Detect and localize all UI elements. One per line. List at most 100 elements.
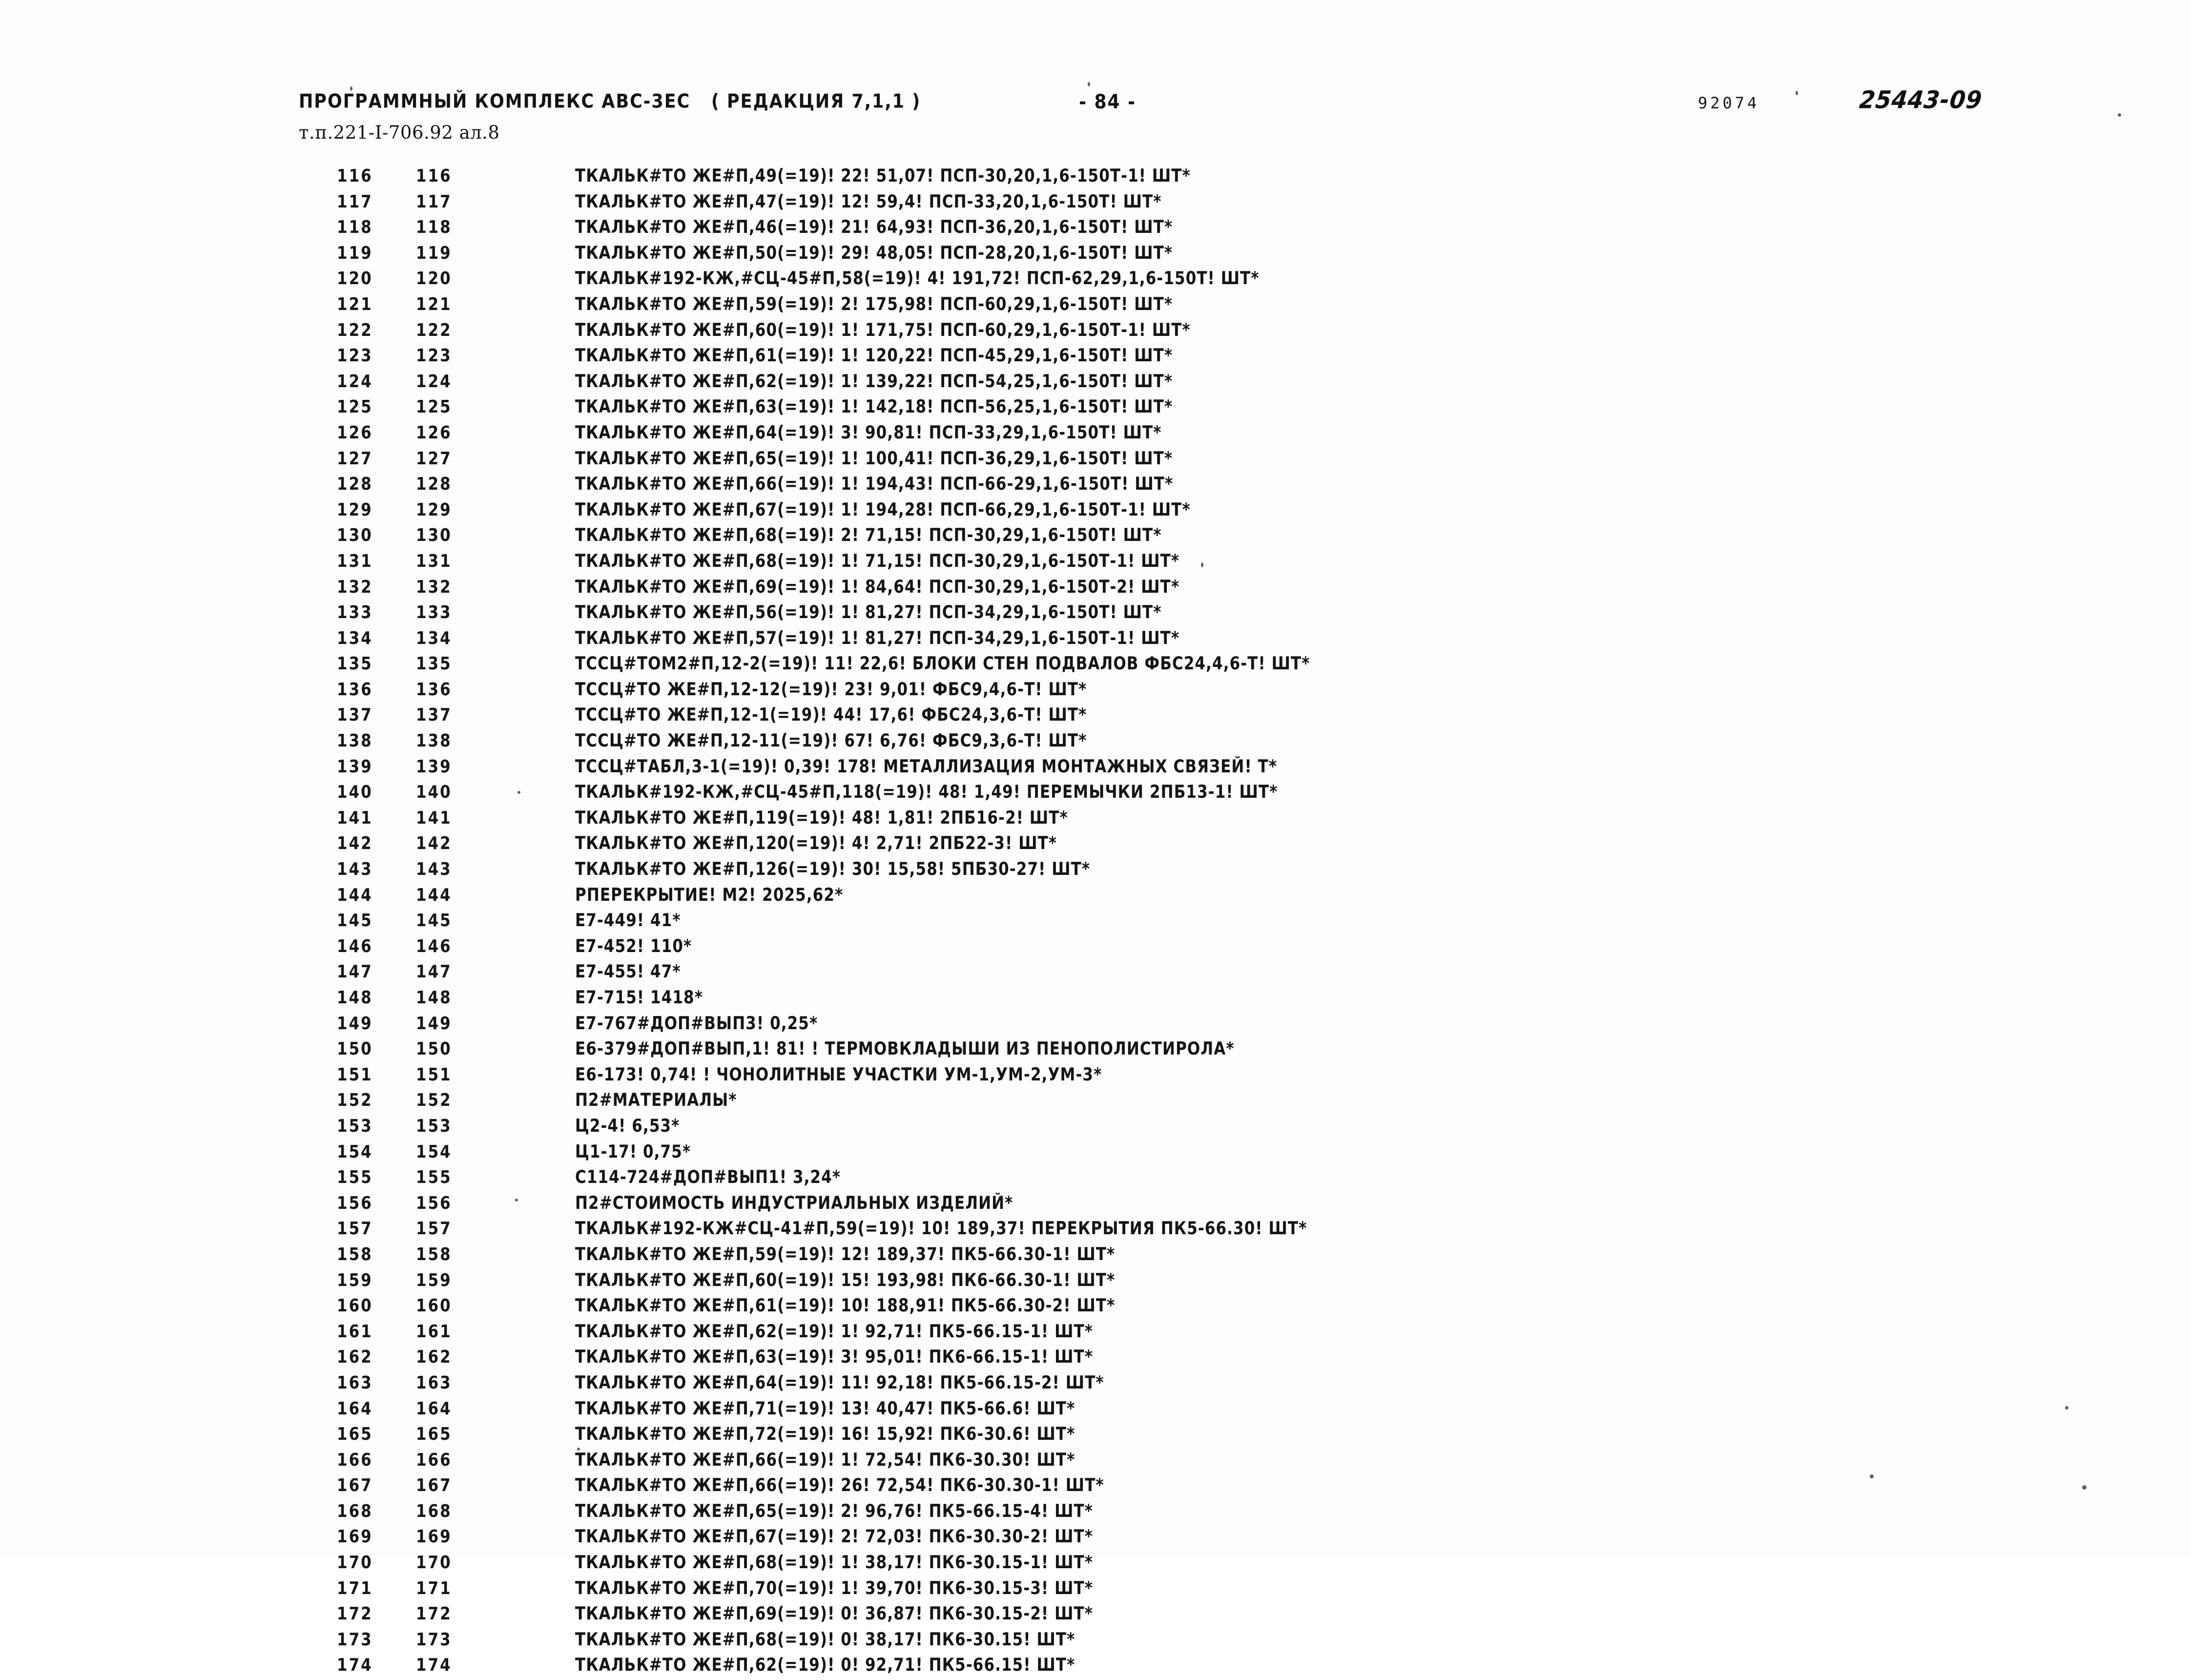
row-content: П2#МАТЕРИАЛЫ* — [575, 1090, 737, 1111]
row-index-secondary: 122 — [416, 320, 452, 340]
listing-row: 153 153 Ц2-4! 6,53* — [0, 1115, 2191, 1141]
listing-row: 165 165 ТКАЛЬК#ТО ЖЕ#П,72(=19)! 16! 15,92!… — [0, 1423, 2191, 1449]
row-index-primary: 128 — [337, 474, 373, 495]
row-index-secondary: 172 — [416, 1604, 452, 1624]
row-index-primary: 167 — [337, 1475, 373, 1496]
row-index-primary: 144 — [337, 885, 373, 906]
row-index-primary: 116 — [337, 166, 373, 187]
row-content: РПЕРЕКРЫТИЕ! М2! 2025,62* — [575, 884, 844, 905]
row-content: ТКАЛЬК#ТО ЖЕ#П,56(=19)! 1! 81,27! ПСП-34… — [575, 602, 1162, 623]
listing-row: 142 142 ТКАЛЬК#ТО ЖЕ#П,120(=19)! 4! 2,71! … — [0, 832, 2191, 858]
row-index-secondary: 118 — [416, 217, 452, 238]
row-index-primary: 154 — [337, 1141, 373, 1162]
row-content: ТССЦ#ТО ЖЕ#П,12-12(=19)! 23! 9,01! ФБС9,… — [575, 679, 1087, 700]
row-content: С114-724#ДОП#ВЫП1! 3,24* — [575, 1167, 841, 1188]
listing-row: 127 127 ТКАЛЬК#ТО ЖЕ#П,65(=19)! 1! 100,41!… — [0, 448, 2191, 474]
row-content: ТКАЛЬК#ТО ЖЕ#П,126(=19)! 30! 15,58! 5ПБ3… — [575, 859, 1091, 880]
row-index-primary: 161 — [337, 1321, 373, 1342]
row-index-primary: 123 — [337, 346, 373, 366]
row-content: ТКАЛЬК#ТО ЖЕ#П,59(=19)! 2! 175,98! ПСП-6… — [575, 293, 1173, 315]
row-content: ТКАЛЬК#ТО ЖЕ#П,66(=19)! 1! 72,54! ПК6-30… — [575, 1449, 1075, 1470]
row-index-primary: 168 — [337, 1501, 373, 1522]
row-index-primary: 121 — [337, 294, 373, 315]
row-content: ТКАЛЬК#192-КЖ#СЦ-41#П,59(=19)! 10! 189,3… — [575, 1218, 1307, 1239]
row-content: ТКАЛЬК#ТО ЖЕ#П,66(=19)! 26! 72,54! ПК6-3… — [575, 1475, 1104, 1496]
row-index-primary: 151 — [337, 1064, 373, 1085]
listing-row: 117 117 ТКАЛЬК#ТО ЖЕ#П,47(=19)! 12! 59,4! … — [0, 191, 2191, 217]
listing-row: 163 163 ТКАЛЬК#ТО ЖЕ#П,64(=19)! 11! 92,18!… — [0, 1372, 2191, 1398]
row-content: ТКАЛЬК#ТО ЖЕ#П,47(=19)! 12! 59,4! ПСП-33… — [575, 191, 1162, 212]
row-content: ТКАЛЬК#ТО ЖЕ#П,64(=19)! 3! 90,81! ПСП-33… — [575, 422, 1162, 443]
listing-row: 139 139 ТССЦ#ТАБЛ,3-1(=19)! 0,39! 178! МЕТ… — [0, 756, 2191, 782]
row-content: ТКАЛЬК#ТО ЖЕ#П,72(=19)! 16! 15,92! ПК6-3… — [575, 1424, 1075, 1445]
listing-row: 143 143 ТКАЛЬК#ТО ЖЕ#П,126(=19)! 30! 15,58… — [0, 858, 2191, 884]
listing-row: 123 123 ТКАЛЬК#ТО ЖЕ#П,61(=19)! 1! 120,22!… — [0, 345, 2191, 371]
scan-artifact — [515, 1199, 518, 1202]
row-index-primary: 125 — [337, 397, 373, 417]
listing-row: 172 172 ТКАЛЬК#ТО ЖЕ#П,69(=19)! 0! 36,87! … — [0, 1603, 2191, 1629]
listing-row: 158 158 ТКАЛЬК#ТО ЖЕ#П,59(=19)! 12! 189,37… — [0, 1244, 2191, 1269]
listing-row: 148 148 Е7-715! 1418* — [0, 987, 2191, 1013]
row-content: ТКАЛЬК#ТО ЖЕ#П,65(=19)! 2! 96,76! ПК5-66… — [575, 1500, 1094, 1521]
row-index-secondary: 131 — [416, 551, 452, 572]
row-index-primary: 159 — [337, 1270, 373, 1290]
listing-row: 167 167 ТКАЛЬК#ТО ЖЕ#П,66(=19)! 26! 72,54!… — [0, 1474, 2191, 1500]
listing-row: 171 171 ТКАЛЬК#ТО ЖЕ#П,70(=19)! 1! 39,70! … — [0, 1577, 2191, 1603]
row-content: Е7-767#ДОП#ВЫП3! 0,25* — [575, 1013, 818, 1034]
row-content: ТКАЛЬК#ТО ЖЕ#П,60(=19)! 15! 193,98! ПК6-… — [575, 1269, 1116, 1290]
row-content: Е7-452! 110* — [575, 935, 692, 956]
row-index-secondary: 174 — [416, 1655, 452, 1676]
listing-row: 126 126 ТКАЛЬК#ТО ЖЕ#П,64(=19)! 3! 90,81! … — [0, 422, 2191, 448]
row-content: ТКАЛЬК#ТО ЖЕ#П,64(=19)! 11! 92,18! ПК5-6… — [575, 1372, 1104, 1393]
row-index-primary: 153 — [337, 1116, 373, 1137]
listing-row: 164 164 ТКАЛЬК#ТО ЖЕ#П,71(=19)! 13! 40,47!… — [0, 1398, 2191, 1424]
row-index-secondary: 171 — [416, 1578, 452, 1599]
row-index-primary: 143 — [337, 859, 373, 880]
row-index-secondary: 149 — [416, 1013, 452, 1034]
row-content: ТКАЛЬК#ТО ЖЕ#П,60(=19)! 1! 171,75! ПСП-6… — [575, 319, 1191, 340]
row-content: ТКАЛЬК#ТО ЖЕ#П,66(=19)! 1! 194,43! ПСП-6… — [575, 474, 1174, 495]
listing-row: 137 137 ТССЦ#ТО ЖЕ#П,12-1(=19)! 44! 17,6! … — [0, 704, 2191, 730]
row-index-secondary: 117 — [416, 191, 452, 212]
row-content: ТКАЛЬК#192-КЖ,#СЦ-45#П,118(=19)! 48! 1,4… — [575, 782, 1278, 803]
listing-row: 118 118 ТКАЛЬК#ТО ЖЕ#П,46(=19)! 21! 64,93!… — [0, 216, 2191, 242]
row-content: ТКАЛЬК#ТО ЖЕ#П,67(=19)! 1! 194,28! ПСП-6… — [575, 499, 1191, 520]
listing-row: 140 140 ТКАЛЬК#192-КЖ,#СЦ-45#П,118(=19)! 4… — [0, 781, 2191, 807]
listing-row: 155 155 С114-724#ДОП#ВЫП1! 3,24* — [0, 1166, 2191, 1192]
row-index-primary: 166 — [337, 1450, 373, 1471]
listing-row: 138 138 ТССЦ#ТО ЖЕ#П,12-11(=19)! 67! 6,76!… — [0, 730, 2191, 756]
listing-row: 120 120 ТКАЛЬК#192-КЖ,#СЦ-45#П,58(=19)! 4!… — [0, 268, 2191, 293]
row-index-secondary: 151 — [416, 1064, 452, 1085]
row-content: ТКАЛЬК#ТО ЖЕ#П,68(=19)! 1! 71,15! ПСП-30… — [575, 550, 1180, 572]
row-index-primary: 139 — [337, 756, 373, 777]
row-index-primary: 137 — [337, 705, 373, 726]
row-index-secondary: 119 — [416, 243, 452, 264]
scan-artifact — [577, 1448, 580, 1451]
row-content: ТКАЛЬК#ТО ЖЕ#П,59(=19)! 12! 189,37! ПК5-… — [575, 1244, 1116, 1265]
row-index-primary: 162 — [337, 1347, 373, 1368]
row-index-secondary: 162 — [416, 1347, 452, 1368]
row-index-secondary: 116 — [416, 166, 452, 187]
scan-artifact — [2118, 113, 2121, 117]
row-index-primary: 157 — [337, 1219, 373, 1239]
row-index-primary: 149 — [337, 1013, 373, 1034]
row-index-primary: 126 — [337, 422, 373, 443]
row-index-primary: 152 — [337, 1090, 373, 1111]
row-index-secondary: 139 — [416, 756, 452, 777]
listing-row: 151 151 Е6-173! 0,74! ! ЧОНОЛИТНЫЕ УЧАСТКИ… — [0, 1064, 2191, 1090]
row-content: Е6-173! 0,74! ! ЧОНОЛИТНЫЕ УЧАСТКИ УМ-1,… — [575, 1064, 1102, 1085]
listing-row: 131 131 ТКАЛЬК#ТО ЖЕ#П,68(=19)! 1! 71,15! … — [0, 550, 2191, 576]
row-index-secondary: 148 — [416, 988, 452, 1008]
row-index-secondary: 159 — [416, 1270, 452, 1290]
row-content: П2#СТОИМОСТЬ ИНДУСТРИАЛЬНЫХ ИЗДЕЛИЙ* — [575, 1192, 1013, 1213]
row-index-primary: 171 — [337, 1578, 373, 1599]
row-index-primary: 142 — [337, 833, 373, 854]
row-content: Ц2-4! 6,53* — [575, 1115, 680, 1137]
row-index-secondary: 163 — [416, 1372, 452, 1393]
row-index-primary: 160 — [337, 1296, 373, 1316]
listing-row: 119 119 ТКАЛЬК#ТО ЖЕ#П,50(=19)! 29! 48,05!… — [0, 242, 2191, 268]
row-index-primary: 158 — [337, 1244, 373, 1265]
program-title: ПРОГРАММНЫЙ КОМПЛЕКС АВС-3ЕС ( РЕДАКЦИЯ … — [299, 91, 921, 113]
row-content: ТКАЛЬК#ТО ЖЕ#П,68(=19)! 2! 71,15! ПСП-30… — [575, 525, 1162, 546]
listing-row: 128 128 ТКАЛЬК#ТО ЖЕ#П,66(=19)! 1! 194,43!… — [0, 473, 2191, 499]
